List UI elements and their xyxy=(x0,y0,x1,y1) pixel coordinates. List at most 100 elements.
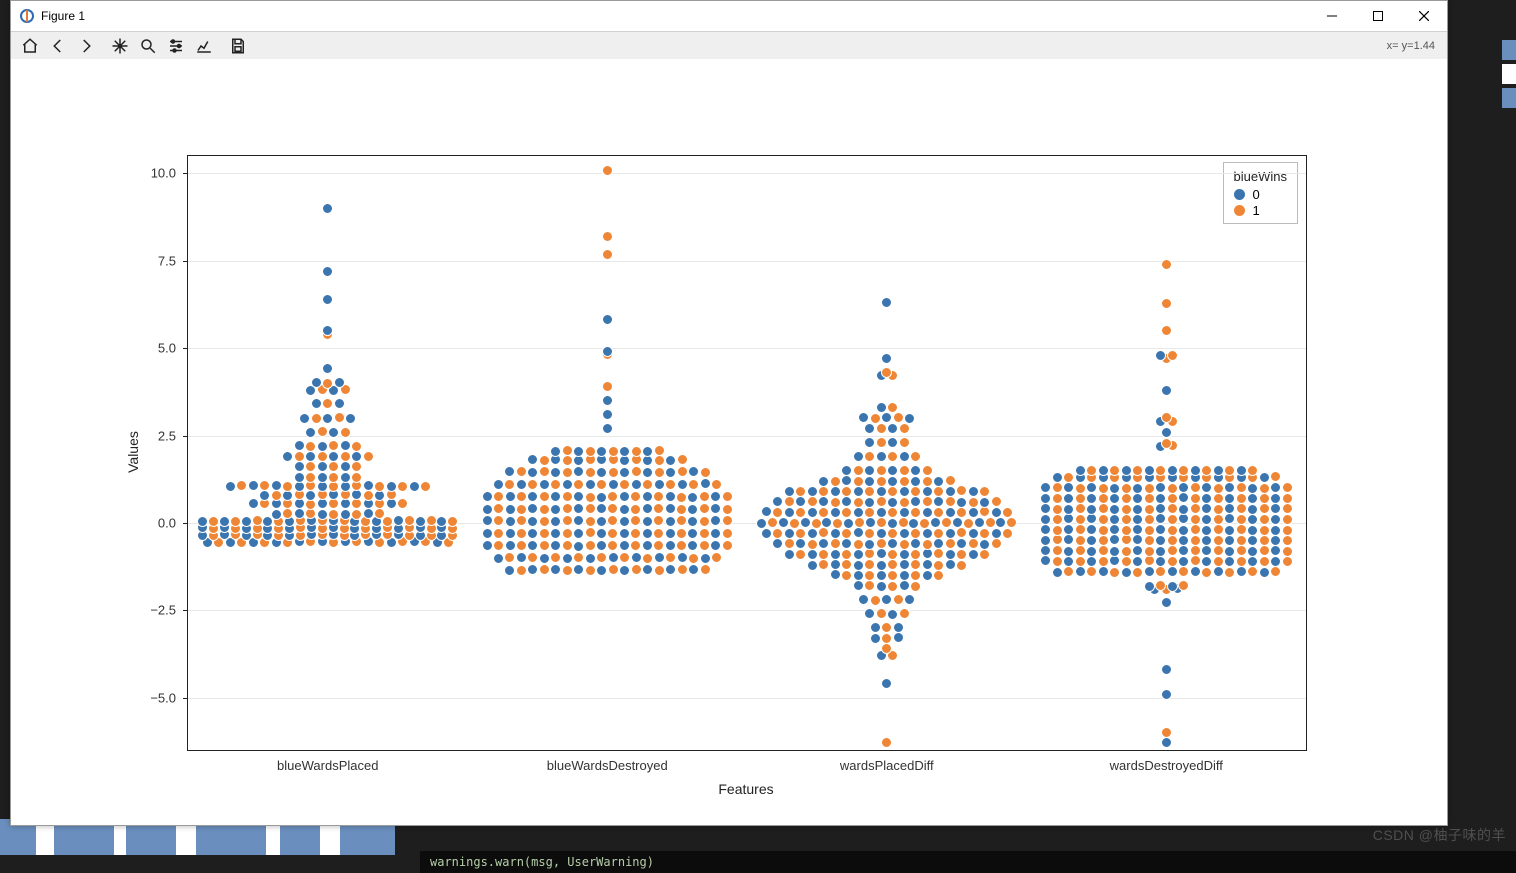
edit-axis-icon[interactable] xyxy=(191,34,217,58)
data-point xyxy=(807,486,818,497)
data-point xyxy=(870,413,881,424)
data-point xyxy=(922,559,933,570)
data-point xyxy=(687,504,698,515)
data-point xyxy=(642,503,653,514)
data-point xyxy=(1167,514,1178,525)
configure-icon[interactable] xyxy=(163,34,189,58)
data-point xyxy=(317,451,328,462)
data-point xyxy=(864,608,875,619)
data-point xyxy=(952,517,963,528)
data-point xyxy=(881,297,892,308)
data-point xyxy=(619,504,630,515)
data-point xyxy=(945,507,956,518)
save-icon[interactable] xyxy=(225,34,251,58)
data-point xyxy=(527,503,538,514)
data-point xyxy=(340,472,351,483)
data-point xyxy=(881,594,892,605)
data-point xyxy=(904,594,915,605)
forward-icon[interactable] xyxy=(73,34,99,58)
data-point xyxy=(830,559,841,570)
data-point xyxy=(654,479,665,490)
data-point xyxy=(642,516,653,527)
data-point xyxy=(1098,514,1109,525)
plot-canvas[interactable]: blueWins 01 −5.0−2.50.02.55.07.510.0blue… xyxy=(11,59,1447,825)
window-close-button[interactable] xyxy=(1401,1,1447,31)
data-point xyxy=(688,479,699,490)
data-point xyxy=(904,413,915,424)
data-point xyxy=(864,539,875,550)
data-point xyxy=(887,609,898,620)
data-point xyxy=(340,461,351,472)
data-point xyxy=(687,516,698,527)
data-point xyxy=(607,515,618,526)
data-point xyxy=(1144,535,1155,546)
data-point xyxy=(1190,482,1201,493)
data-point xyxy=(864,423,875,434)
data-point xyxy=(340,509,351,520)
data-point xyxy=(539,479,550,490)
data-point xyxy=(818,559,829,570)
data-point xyxy=(1155,546,1166,557)
data-point xyxy=(665,540,676,551)
data-point xyxy=(340,440,351,451)
pan-icon[interactable] xyxy=(107,34,133,58)
data-point xyxy=(807,549,818,560)
data-point xyxy=(1155,503,1166,514)
window-maximize-button[interactable] xyxy=(1355,1,1401,31)
data-point xyxy=(922,496,933,507)
data-point xyxy=(1247,525,1258,536)
data-point xyxy=(1075,566,1086,577)
data-point xyxy=(1224,535,1235,546)
data-point xyxy=(956,485,967,496)
data-point xyxy=(1155,350,1166,361)
data-point xyxy=(665,552,676,563)
data-point xyxy=(602,423,613,434)
data-point xyxy=(493,540,504,551)
data-point xyxy=(562,479,573,490)
data-point xyxy=(642,467,653,478)
data-point xyxy=(1213,514,1224,525)
data-point xyxy=(1052,504,1063,515)
data-point xyxy=(1075,483,1086,494)
data-point xyxy=(1144,483,1155,494)
window-minimize-button[interactable] xyxy=(1309,1,1355,31)
data-point xyxy=(351,461,362,472)
data-point xyxy=(1247,504,1258,515)
data-point xyxy=(282,451,293,462)
legend-marker xyxy=(1234,189,1245,200)
data-point xyxy=(340,427,351,438)
data-point xyxy=(1236,524,1247,535)
data-point xyxy=(1282,503,1293,514)
data-point xyxy=(642,540,653,551)
data-point xyxy=(1270,514,1281,525)
data-point xyxy=(710,528,721,539)
data-point xyxy=(1098,465,1109,476)
data-point xyxy=(1167,525,1178,536)
xtick-label: wardsPlacedDiff xyxy=(840,758,934,773)
data-point xyxy=(1270,525,1281,536)
data-point xyxy=(527,454,538,465)
data-point xyxy=(881,737,892,748)
data-point xyxy=(1224,525,1235,536)
data-point xyxy=(1190,503,1201,514)
data-point xyxy=(887,437,898,448)
zoom-icon[interactable] xyxy=(135,34,161,58)
data-point xyxy=(241,516,252,527)
xtick-label: wardsDestroyedDiff xyxy=(1110,758,1223,773)
home-icon[interactable] xyxy=(17,34,43,58)
data-point xyxy=(887,402,898,413)
data-point xyxy=(505,491,516,502)
data-point xyxy=(596,528,607,539)
data-point xyxy=(382,516,393,527)
data-point xyxy=(602,409,613,420)
data-point xyxy=(899,497,910,508)
matplotlib-toolbar: x= y=1.44 xyxy=(11,32,1447,61)
data-point xyxy=(420,481,431,492)
data-point xyxy=(1075,503,1086,514)
data-point xyxy=(899,437,910,448)
data-point xyxy=(830,507,841,518)
data-point xyxy=(1224,567,1235,578)
data-point xyxy=(1161,597,1172,608)
back-icon[interactable] xyxy=(45,34,71,58)
data-point xyxy=(1201,482,1212,493)
